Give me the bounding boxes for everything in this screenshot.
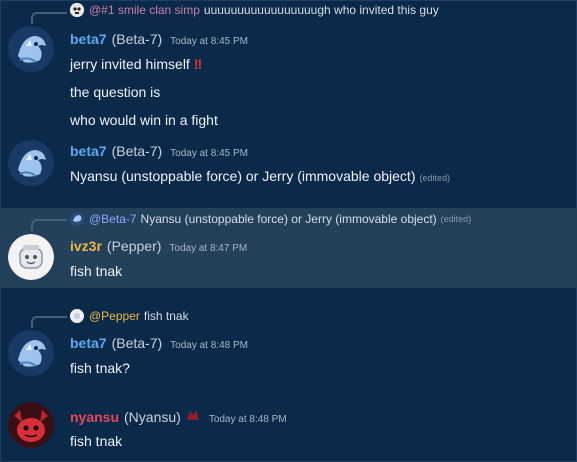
reply-spine xyxy=(31,316,67,328)
message-3: @Beta-7 Nyansu (unstoppable force) or Je… xyxy=(0,208,577,288)
message-header: ivz3r (Pepper) Today at 8:47 PM xyxy=(70,238,247,254)
timestamp[interactable]: Today at 8:48 PM xyxy=(170,340,248,351)
reply-preview[interactable]: @Pepper fish tnak xyxy=(70,309,189,323)
timestamp[interactable]: Today at 8:45 PM xyxy=(170,148,248,159)
message-line: fish tnak xyxy=(70,433,123,449)
message-header: beta7 (Beta-7) Today at 8:45 PM xyxy=(70,31,248,47)
jar-avatar-icon[interactable] xyxy=(8,234,54,280)
badge-icon xyxy=(185,408,201,422)
reply-mention[interactable]: @#1 smile clan simp xyxy=(89,3,200,17)
nickname: (Beta-7) xyxy=(111,31,163,47)
double-exclamation-emoji: !! xyxy=(193,56,202,72)
timestamp[interactable]: Today at 8:45 PM xyxy=(170,36,248,47)
dragon-avatar-icon[interactable] xyxy=(8,26,54,72)
nickname: (Nyansu) xyxy=(124,409,181,425)
username[interactable]: ivz3r xyxy=(70,238,102,254)
message-header: nyansu (Nyansu) Today at 8:48 PM xyxy=(70,408,287,425)
edited-label: (edited) xyxy=(440,214,472,224)
message-line: the question is xyxy=(70,84,161,100)
message-text: jerry invited himself xyxy=(70,56,190,72)
reply-preview[interactable]: @#1 smile clan simp uuuuuuuuuuuuuuuuugh … xyxy=(70,3,439,17)
reply-mention[interactable]: @Pepper xyxy=(89,309,140,323)
reply-text: Nyansu (unstoppable force) or Jerry (imm… xyxy=(140,212,437,226)
reply-spine xyxy=(31,219,67,231)
jar-reply-icon xyxy=(70,309,84,323)
nickname: (Pepper) xyxy=(106,238,162,254)
dragon-avatar-icon[interactable] xyxy=(8,330,54,376)
demon-avatar-icon[interactable] xyxy=(8,402,54,448)
message-text: Nyansu (unstoppable force) or Jerry (imm… xyxy=(70,168,416,184)
timestamp[interactable]: Today at 8:47 PM xyxy=(169,243,247,254)
message-line: jerry invited himself!! xyxy=(70,56,202,72)
message-header: beta7 (Beta-7) Today at 8:45 PM xyxy=(70,143,248,159)
message-line: fish tnak? xyxy=(70,360,130,376)
reply-text: fish tnak xyxy=(143,309,189,323)
timestamp[interactable]: Today at 8:48 PM xyxy=(209,414,287,425)
dragon-avatar-icon[interactable] xyxy=(8,140,54,186)
reply-mention[interactable]: @Beta-7 xyxy=(89,212,137,226)
message-header: beta7 (Beta-7) Today at 8:48 PM xyxy=(70,335,248,351)
edited-label: (edited) xyxy=(419,173,450,183)
reply-preview[interactable]: @Beta-7 Nyansu (unstoppable force) or Je… xyxy=(70,212,471,226)
reply-spine xyxy=(31,12,67,24)
message-line: fish tnak xyxy=(70,263,123,279)
skull-reply-icon xyxy=(70,3,84,17)
reply-text: uuuuuuuuuuuuuuuuugh who invited this guy xyxy=(203,3,439,17)
username[interactable]: beta7 xyxy=(70,31,107,47)
message-line: who would win in a fight xyxy=(70,112,218,128)
username[interactable]: beta7 xyxy=(70,335,107,351)
message-line: Nyansu (unstoppable force) or Jerry (imm… xyxy=(70,168,450,184)
nickname: (Beta-7) xyxy=(111,335,163,351)
nickname: (Beta-7) xyxy=(111,143,163,159)
username[interactable]: beta7 xyxy=(70,143,107,159)
dragon-reply-icon xyxy=(70,212,84,226)
username[interactable]: nyansu xyxy=(70,409,119,425)
